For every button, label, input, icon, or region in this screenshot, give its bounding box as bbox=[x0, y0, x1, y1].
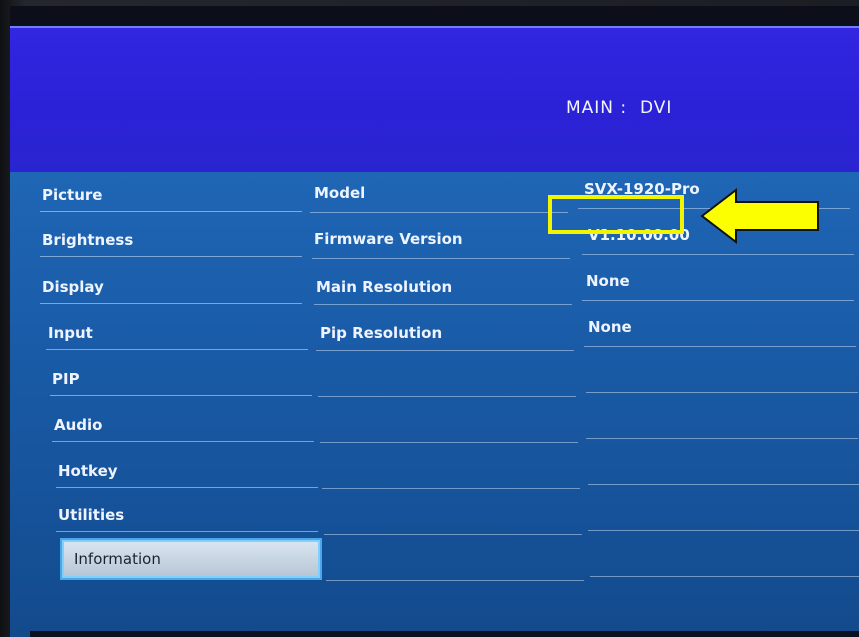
info-divider bbox=[312, 258, 570, 259]
menu-item-label: Audio bbox=[54, 416, 103, 434]
info-label-firmware: Firmware Version bbox=[314, 230, 463, 248]
menu-item-label: Hotkey bbox=[58, 462, 118, 480]
menu-item-label: Input bbox=[48, 324, 93, 342]
info-value-main-resolution: None bbox=[586, 272, 630, 290]
menu-item-utilities[interactable]: Utilities bbox=[56, 498, 318, 532]
info-label-model: Model bbox=[314, 184, 366, 202]
info-divider bbox=[590, 576, 859, 577]
info-divider bbox=[316, 350, 574, 351]
menu-item-label: Utilities bbox=[58, 506, 125, 524]
info-divider bbox=[588, 530, 859, 531]
menu-divider bbox=[52, 441, 314, 442]
firmware-highlight-box bbox=[548, 195, 684, 234]
info-label-main-resolution: Main Resolution bbox=[316, 278, 453, 296]
info-divider bbox=[582, 254, 854, 255]
info-divider bbox=[320, 442, 578, 443]
menu-divider bbox=[56, 487, 318, 488]
menu-item-picture[interactable]: Picture bbox=[40, 178, 302, 212]
menu-item-label: PIP bbox=[52, 370, 80, 388]
menu-divider bbox=[40, 303, 302, 304]
menu-item-audio[interactable]: Audio bbox=[52, 408, 314, 442]
info-divider bbox=[588, 484, 859, 485]
info-divider bbox=[584, 346, 856, 347]
info-label-pip-resolution: Pip Resolution bbox=[320, 324, 443, 342]
info-divider bbox=[314, 304, 572, 305]
info-divider bbox=[586, 438, 858, 439]
menu-divider bbox=[40, 211, 302, 212]
osd-bottom-edge bbox=[30, 631, 859, 637]
info-divider bbox=[324, 534, 582, 535]
info-divider bbox=[586, 392, 858, 393]
menu-item-hotkey[interactable]: Hotkey bbox=[56, 454, 318, 488]
info-divider bbox=[318, 396, 576, 397]
menu-divider bbox=[46, 349, 308, 350]
menu-divider bbox=[50, 395, 312, 396]
info-divider bbox=[582, 300, 854, 301]
menu-item-label: Picture bbox=[42, 186, 103, 204]
menu-item-information[interactable]: Information bbox=[62, 540, 320, 578]
menu-item-pip[interactable]: PIP bbox=[50, 362, 312, 396]
arrow-left-icon bbox=[700, 188, 819, 244]
source-indicator: MAIN : DVI bbox=[566, 98, 673, 118]
info-divider bbox=[326, 580, 584, 581]
menu-divider bbox=[56, 531, 318, 532]
menu-item-label: Information bbox=[74, 550, 161, 568]
menu-item-display[interactable]: Display bbox=[40, 270, 302, 304]
menu-divider bbox=[40, 256, 302, 257]
info-divider bbox=[310, 212, 568, 213]
osd-screen: MAIN : DVI Picture Brightness Display In… bbox=[10, 6, 859, 637]
menu-item-label: Display bbox=[42, 278, 104, 296]
menu-item-brightness[interactable]: Brightness bbox=[40, 223, 302, 257]
info-value-pip-resolution: None bbox=[588, 318, 632, 336]
osd-header: MAIN : DVI bbox=[10, 26, 859, 180]
menu-item-input[interactable]: Input bbox=[46, 316, 308, 350]
info-divider bbox=[322, 488, 580, 489]
menu-item-label: Brightness bbox=[42, 231, 134, 249]
